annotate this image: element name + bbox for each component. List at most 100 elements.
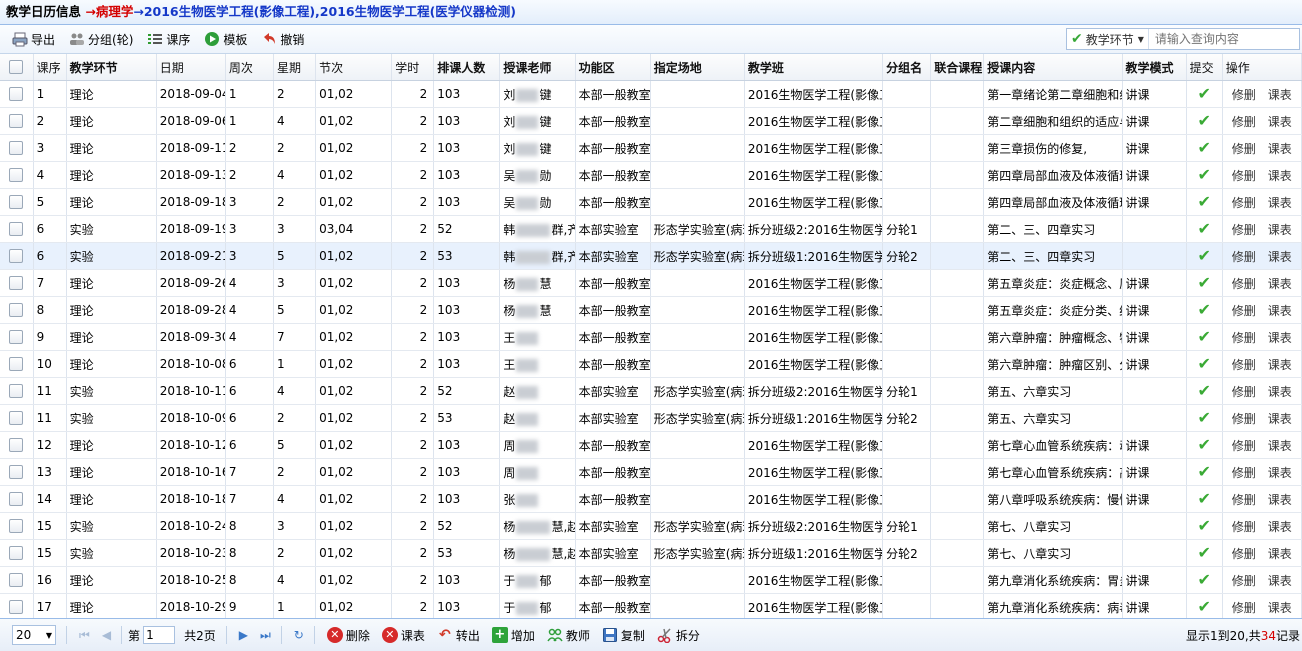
edit-delete-link[interactable]: 修删 — [1232, 223, 1256, 237]
refresh-icon[interactable]: ↻ — [294, 628, 304, 642]
undo-button[interactable]: 撤销 — [261, 31, 304, 48]
export-button[interactable]: 导出 — [12, 31, 55, 48]
table-row[interactable]: 6实验2018-09-193303,04252韩群,齐本部实验室形态学实验室(病… — [0, 215, 1302, 243]
teacher-button[interactable]: 教师 — [547, 627, 590, 644]
col-mode[interactable]: 教学模式 — [1122, 54, 1187, 81]
table-row[interactable]: 17 理论 2018-10-29 9 1 01,02 2 103 于郁本部一般教室 2016生物医… — [0, 593, 1302, 618]
table-row[interactable]: 8 理论 2018-09-28 4 5 01,02 2 103 杨慧本部一般教室 2016生物医学… — [0, 296, 1302, 324]
row-checkbox[interactable] — [0, 188, 34, 216]
edit-delete-link[interactable]: 修删 — [1232, 358, 1256, 372]
split-button[interactable]: 拆分 — [657, 627, 700, 644]
col-submit[interactable]: 提交 — [1186, 54, 1223, 81]
table-row[interactable]: 16 理论 2018-10-25 8 4 01,02 2 103 于郁本部一般教室 2016生物医… — [0, 566, 1302, 594]
edit-delete-link[interactable]: 修删 — [1232, 493, 1256, 507]
row-checkbox[interactable] — [0, 539, 34, 567]
schedule-button[interactable]: 课序 — [147, 31, 190, 48]
col-content[interactable]: 授课内容 — [983, 54, 1123, 81]
table-row[interactable]: 13 理论 2018-10-16 7 2 01,02 2 103 周本部一般教室 2016生物医学… — [0, 458, 1302, 486]
last-page-icon[interactable]: ⏭ — [260, 628, 271, 643]
lessons-link[interactable]: 课表 — [1268, 358, 1292, 372]
lessons-link[interactable]: 课表 — [1268, 466, 1292, 480]
lessons-button[interactable]: ✕ 课表 — [381, 627, 425, 644]
row-checkbox[interactable] — [0, 296, 34, 324]
edit-delete-link[interactable]: 修删 — [1232, 196, 1256, 210]
table-row[interactable]: 15实验2018-10-248301,02252杨 慧,赵本部实验室形态学实验室(… — [0, 512, 1302, 540]
col-area[interactable]: 功能区 — [575, 54, 651, 81]
col-group[interactable]: 分组名 — [882, 54, 932, 81]
row-checkbox[interactable] — [0, 215, 34, 243]
row-checkbox[interactable] — [0, 404, 34, 432]
table-row[interactable]: 5 理论 2018-09-18 3 2 01,02 2 103 吴勋本部一般教室 2016生物医学… — [0, 188, 1302, 216]
edit-delete-link[interactable]: 修删 — [1232, 88, 1256, 102]
table-row[interactable]: 4 理论 2018-09-13 2 4 01,02 2 103 吴勋本部一般教室 2016生物医学… — [0, 161, 1302, 189]
col-week[interactable]: 周次 — [225, 54, 275, 81]
lessons-link[interactable]: 课表 — [1268, 412, 1292, 426]
table-row[interactable]: 3 理论 2018-09-11 2 2 01,02 2 103 刘键本部一般教室 2016生物医学… — [0, 134, 1302, 162]
lessons-link[interactable]: 课表 — [1268, 493, 1292, 507]
lessons-link[interactable]: 课表 — [1268, 304, 1292, 318]
edit-delete-link[interactable]: 修删 — [1232, 412, 1256, 426]
col-date[interactable]: 日期 — [156, 54, 226, 81]
lessons-link[interactable]: 课表 — [1268, 196, 1292, 210]
row-checkbox[interactable] — [0, 431, 34, 459]
col-day[interactable]: 星期 — [273, 54, 317, 81]
first-page-icon[interactable]: ⏮ — [79, 628, 90, 643]
lessons-link[interactable]: 课表 — [1268, 331, 1292, 345]
page-size-select[interactable]: 20 ▼ — [12, 625, 56, 645]
lessons-link[interactable]: 课表 — [1268, 439, 1292, 453]
col-class[interactable]: 教学班 — [744, 54, 884, 81]
table-row[interactable]: 9 理论 2018-09-30 4 7 01,02 2 103 王 本部一般教室 2016生物医学工… — [0, 323, 1302, 351]
row-checkbox[interactable] — [0, 350, 34, 378]
copy-button[interactable]: 复制 — [602, 627, 645, 644]
table-row[interactable]: 11实验2018-10-096201,02253赵本部实验室形态学实验室(病理)… — [0, 404, 1302, 432]
row-checkbox[interactable] — [0, 377, 34, 405]
edit-delete-link[interactable]: 修删 — [1232, 142, 1256, 156]
search-field-select[interactable]: ✔ 教学环节 ▼ — [1067, 29, 1149, 49]
edit-delete-link[interactable]: 修删 — [1232, 385, 1256, 399]
col-hours[interactable]: 学时 — [391, 54, 435, 81]
col-period[interactable]: 节次 — [315, 54, 393, 81]
col-count[interactable]: 排课人数 — [433, 54, 501, 81]
lessons-link[interactable]: 课表 — [1268, 601, 1292, 615]
lessons-link[interactable]: 课表 — [1268, 574, 1292, 588]
row-checkbox[interactable] — [0, 269, 34, 297]
edit-delete-link[interactable]: 修删 — [1232, 169, 1256, 183]
table-row[interactable]: 11实验2018-10-116401,02252赵 本部实验室形态学实验室(病理)… — [0, 377, 1302, 405]
lessons-link[interactable]: 课表 — [1268, 169, 1292, 183]
table-row[interactable]: 14 理论 2018-10-18 7 4 01,02 2 103 张 本部一般教室 2016生物医学… — [0, 485, 1302, 513]
col-type[interactable]: 教学环节 — [66, 54, 157, 81]
row-checkbox[interactable] — [0, 107, 34, 135]
col-joint[interactable]: 联合课程 — [930, 54, 985, 81]
edit-delete-link[interactable]: 修删 — [1232, 439, 1256, 453]
prev-page-icon[interactable]: ◀ — [102, 628, 111, 642]
next-page-icon[interactable]: ▶ — [239, 628, 248, 642]
table-row[interactable]: 15实验2018-10-238201,02253杨慧,赵本部实验室形态学实验室(… — [0, 539, 1302, 567]
lessons-link[interactable]: 课表 — [1268, 385, 1292, 399]
table-row[interactable]: 1 理论 2018-09-04 1 2 01,02 2 103 刘键本部一般教室 2016生物医学… — [0, 80, 1302, 108]
col-teacher[interactable]: 授课老师 — [499, 54, 576, 81]
row-checkbox[interactable] — [0, 242, 34, 270]
col-seq[interactable]: 课序 — [33, 54, 67, 81]
col-venue[interactable]: 指定场地 — [650, 54, 745, 81]
row-checkbox[interactable] — [0, 593, 34, 618]
edit-delete-link[interactable]: 修删 — [1232, 574, 1256, 588]
edit-delete-link[interactable]: 修删 — [1232, 547, 1256, 561]
row-checkbox[interactable] — [0, 134, 34, 162]
edit-delete-link[interactable]: 修删 — [1232, 115, 1256, 129]
table-row[interactable]: 12 理论 2018-10-12 6 5 01,02 2 103 周 本部一般教室 2016生物医学… — [0, 431, 1302, 459]
table-row[interactable]: 10 理论 2018-10-08 6 1 01,02 2 103 王 本部一般教室 2016生物医学… — [0, 350, 1302, 378]
row-checkbox[interactable] — [0, 161, 34, 189]
lessons-link[interactable]: 课表 — [1268, 520, 1292, 534]
edit-delete-link[interactable]: 修删 — [1232, 520, 1256, 534]
lessons-link[interactable]: 课表 — [1268, 547, 1292, 561]
edit-delete-link[interactable]: 修删 — [1232, 601, 1256, 615]
row-checkbox[interactable] — [0, 566, 34, 594]
transfer-button[interactable]: ↶ 转出 — [437, 627, 480, 644]
row-checkbox[interactable] — [0, 323, 34, 351]
template-button[interactable]: 模板 — [204, 31, 247, 48]
group-button[interactable]: 分组(轮) — [69, 31, 133, 48]
edit-delete-link[interactable]: 修删 — [1232, 331, 1256, 345]
row-checkbox[interactable] — [0, 458, 34, 486]
delete-button[interactable]: ✕ 删除 — [326, 627, 370, 644]
lessons-link[interactable]: 课表 — [1268, 142, 1292, 156]
